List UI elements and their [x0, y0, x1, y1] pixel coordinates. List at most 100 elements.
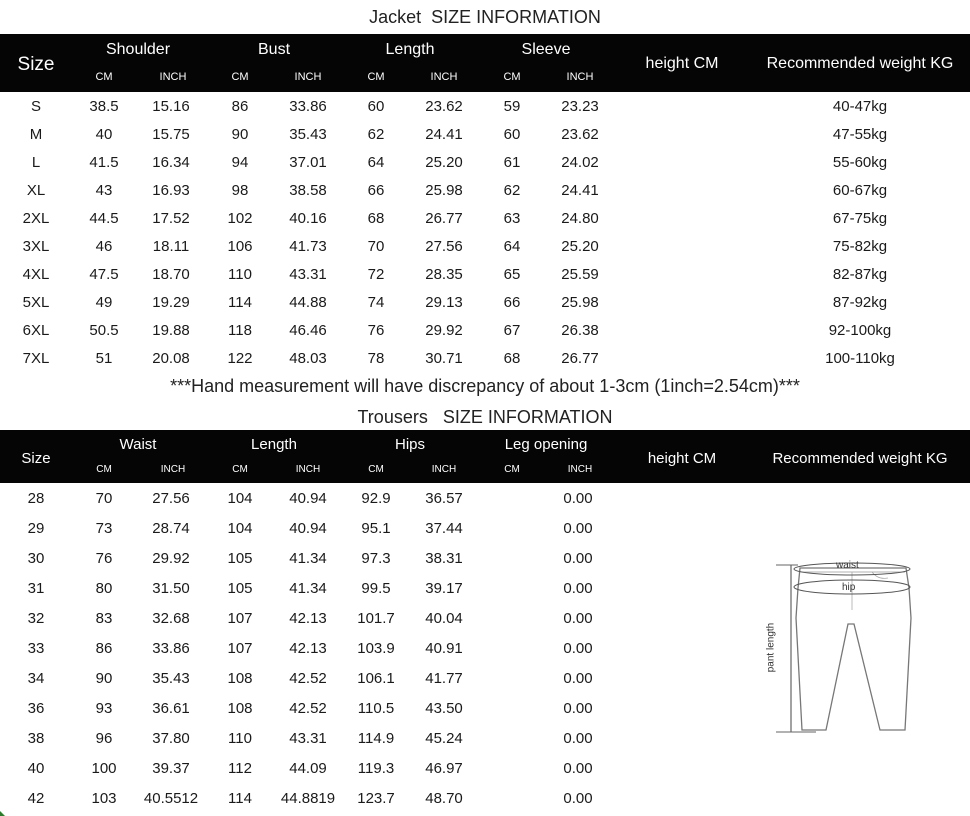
- jacket-cell: 23.23: [561, 98, 599, 115]
- trousers-cell: 38: [27, 730, 45, 747]
- jacket-cell: 98: [231, 182, 249, 199]
- trousers-cell: 34: [27, 670, 45, 687]
- jacket-cell: 41.5: [89, 154, 119, 171]
- jacket-cell: 90: [231, 126, 249, 143]
- trousers-cell: 0.00: [563, 700, 593, 717]
- trousers-cell: 114: [228, 790, 252, 807]
- trousers-cell: 119.3: [357, 760, 395, 777]
- table-row: 6XL 50.5 19.88 118 46.46 76 29.92 67 26.38 92-100…: [0, 322, 970, 342]
- jacket-cell: S: [30, 98, 42, 115]
- jacket-cell: 40-47kg: [832, 98, 888, 115]
- trousers-cell: 40.94: [289, 520, 327, 537]
- trousers-cell: 112: [228, 760, 252, 777]
- jacket-cell: 46: [95, 238, 113, 255]
- trousers-cell: 0.00: [563, 610, 593, 627]
- header-weight: Recommended weight KG: [766, 55, 954, 72]
- trousers-cell: 41.34: [289, 550, 327, 567]
- jacket-cell: 47.5: [89, 266, 119, 283]
- jacket-cell: 40: [95, 126, 113, 143]
- trousers-cell: 104: [227, 520, 253, 537]
- header-weight: Recommended weight KG: [772, 450, 948, 467]
- trousers-cell: 96: [95, 730, 113, 747]
- jacket-cell: 28.35: [425, 266, 463, 283]
- jacket-cell: 24.41: [425, 126, 463, 143]
- trousers-cell: 48.70: [425, 790, 463, 807]
- header-leg-inch: INCH: [567, 464, 593, 475]
- jacket-cell: 24.41: [561, 182, 599, 199]
- trousers-cell: 103.9: [357, 640, 395, 657]
- trousers-cell: 43.31: [289, 730, 327, 747]
- trousers-cell: 31: [27, 580, 45, 597]
- jacket-cell: 40.16: [289, 210, 327, 227]
- header-leg-cm: CM: [504, 464, 520, 475]
- table-row: L 41.5 16.34 94 37.01 64 25.20 61 24.02 55-60kg: [0, 154, 970, 174]
- header-length-inch: INCH: [430, 71, 458, 83]
- jacket-cell: 47-55kg: [832, 126, 888, 143]
- trousers-cell: 42.13: [289, 640, 327, 657]
- header-length: Length: [251, 436, 297, 453]
- jacket-cell: 51: [95, 350, 113, 367]
- jacket-cell: 25.98: [561, 294, 599, 311]
- trousers-cell: 42: [27, 790, 45, 807]
- trousers-cell: 0.00: [563, 550, 593, 567]
- trousers-cell: 110.5: [357, 700, 395, 717]
- jacket-cell: 66: [503, 294, 521, 311]
- jacket-cell: 23.62: [561, 126, 599, 143]
- jacket-cell: 7XL: [22, 350, 50, 367]
- jacket-cell: 87-92kg: [832, 294, 888, 311]
- trousers-cell: 97.3: [361, 550, 391, 567]
- jacket-cell: 63: [503, 210, 521, 227]
- jacket-cell: 24.02: [561, 154, 599, 171]
- table-row: 28 70 27.56 104 40.94 92.9 36.57 0.00: [0, 490, 970, 510]
- trousers-cell: 37.44: [425, 520, 463, 537]
- waist-label: waist: [836, 560, 859, 571]
- table-row: S 38.5 15.16 86 33.86 60 23.62 59 23.23 40-47kg: [0, 98, 970, 118]
- trousers-cell: 0.00: [563, 760, 593, 777]
- trousers-cell: 40: [27, 760, 45, 777]
- jacket-cell: L: [31, 154, 41, 171]
- header-bust-inch: INCH: [294, 71, 322, 83]
- jacket-cell: 38.58: [289, 182, 327, 199]
- header-length-cm: CM: [367, 71, 385, 83]
- header-sleeve: Sleeve: [521, 41, 571, 58]
- header-length: Length: [385, 41, 435, 58]
- jacket-cell: 43: [95, 182, 113, 199]
- jacket-cell: 67: [503, 322, 521, 339]
- header-length-inch: INCH: [295, 464, 321, 475]
- trousers-cell: 0.00: [563, 790, 593, 807]
- header-sleeve-inch: INCH: [566, 71, 594, 83]
- trousers-cell: 76: [95, 550, 113, 567]
- jacket-cell: 20.08: [152, 350, 190, 367]
- header-bust-cm: CM: [231, 71, 249, 83]
- jacket-cell: 29.13: [425, 294, 463, 311]
- jacket-cell: 86: [231, 98, 249, 115]
- jacket-cell: 64: [503, 238, 521, 255]
- jacket-cell: 25.20: [425, 154, 463, 171]
- jacket-cell: 16.34: [152, 154, 190, 171]
- trousers-cell: 108: [227, 670, 253, 687]
- trousers-cell: 105: [227, 580, 253, 597]
- jacket-cell: 16.93: [152, 182, 190, 199]
- corner-mark: [0, 811, 5, 816]
- jacket-cell: 60: [503, 126, 521, 143]
- jacket-title: Jacket SIZE INFORMATION: [369, 7, 601, 27]
- table-row: M 40 15.75 90 35.43 62 24.41 60 23.62 47-55kg: [0, 126, 970, 146]
- trousers-cell: 104: [227, 490, 253, 507]
- trousers-cell: 92.9: [361, 490, 391, 507]
- header-waist-cm: CM: [96, 464, 112, 475]
- jacket-cell: 55-60kg: [832, 154, 888, 171]
- jacket-cell: 65: [503, 266, 521, 283]
- trousers-cell: 32.68: [152, 610, 190, 627]
- jacket-cell: 26.38: [561, 322, 599, 339]
- jacket-cell: 3XL: [22, 238, 50, 255]
- trousers-cell: 90: [95, 670, 113, 687]
- trousers-cell: 83: [95, 610, 113, 627]
- trousers-cell: 27.56: [152, 490, 190, 507]
- jacket-cell: 76: [367, 322, 385, 339]
- jacket-cell: 94: [231, 154, 249, 171]
- trousers-cell: 28: [27, 490, 45, 507]
- jacket-cell: 25.59: [561, 266, 599, 283]
- header-height: height CM: [647, 450, 717, 467]
- trousers-cell: 36: [27, 700, 45, 717]
- measurement-note: ***Hand measurement will have discrepanc…: [170, 376, 800, 396]
